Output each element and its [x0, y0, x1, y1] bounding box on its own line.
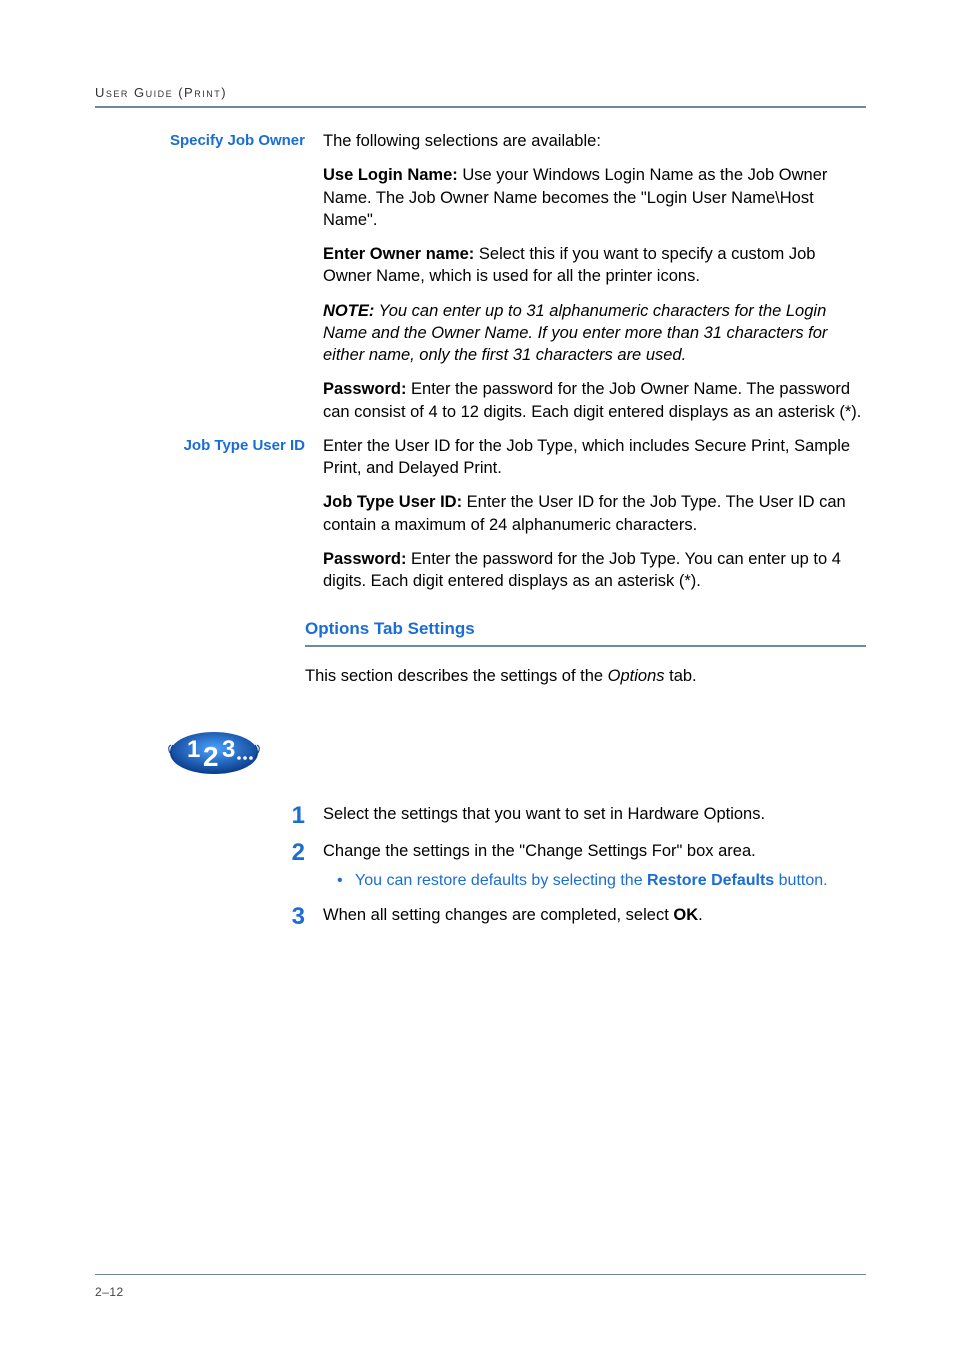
sjo-enter-owner: Enter Owner name: Select this if you wan…: [323, 243, 866, 288]
step-2-sub-a: You can restore defaults by selecting th…: [355, 872, 647, 889]
jtu-password-bold: Password:: [323, 550, 406, 568]
options-tab-rule: [305, 645, 866, 647]
steps-icon: 1 2 3: [165, 727, 866, 779]
footer-rule: [95, 1274, 866, 1275]
step-2-sub: You can restore defaults by selecting th…: [355, 870, 828, 892]
sjo-password: Password: Enter the password for the Job…: [323, 378, 866, 423]
step-2-text: Change the settings in the "Change Setti…: [323, 842, 756, 860]
step-2-row: 2 Change the settings in the "Change Set…: [95, 840, 866, 892]
step-3-num: 3: [95, 904, 323, 929]
svg-text:3: 3: [222, 736, 235, 763]
specify-job-owner-label: Specify Job Owner: [95, 130, 305, 435]
options-tab-body: This section describes the settings of t…: [305, 665, 866, 687]
sjo-password-bold: Password:: [323, 380, 406, 398]
options-tab-heading: Options Tab Settings: [305, 619, 866, 639]
sjo-intro: The following selections are available:: [323, 130, 866, 152]
step-2-body: Change the settings in the "Change Setti…: [323, 840, 828, 892]
step-3-row: 3 When all setting changes are completed…: [95, 904, 866, 929]
sjo-use-login-bold: Use Login Name:: [323, 166, 458, 184]
header-rule: [95, 106, 866, 108]
svg-text:2: 2: [203, 741, 219, 772]
page-number: 2–12: [95, 1285, 866, 1299]
step-3-body: When all setting changes are completed, …: [323, 904, 703, 929]
otab-intro-a: This section describes the settings of t…: [305, 667, 608, 685]
running-header: User Guide (Print): [95, 85, 866, 100]
jtu-password: Password: Enter the password for the Job…: [323, 548, 866, 593]
job-type-user-id-label: Job Type User ID: [95, 435, 305, 605]
step-3-text-a: When all setting changes are completed, …: [323, 906, 673, 924]
sjo-note: NOTE: You can enter up to 31 alphanumeri…: [323, 300, 866, 367]
step-1-num: 1: [95, 803, 323, 828]
sjo-enter-owner-bold: Enter Owner name:: [323, 245, 474, 263]
sjo-use-login-name: Use Login Name: Use your Windows Login N…: [323, 164, 866, 231]
otab-intro-b: tab.: [665, 667, 697, 685]
step-1-text: Select the settings that you want to set…: [323, 803, 765, 828]
step-3-text-bold: OK: [673, 906, 698, 924]
jtu-userid-bold: Job Type User ID:: [323, 493, 462, 511]
job-type-user-id-body: Enter the User ID for the Job Type, whic…: [323, 435, 866, 605]
page-footer: 2–12: [95, 1274, 866, 1299]
svg-text:1: 1: [187, 736, 200, 763]
specify-job-owner-body: The following selections are available: …: [323, 130, 866, 435]
sjo-note-bold: NOTE:: [323, 302, 374, 320]
step-2-num: 2: [95, 840, 323, 892]
step-2-sub-bold: Restore Defaults: [647, 872, 774, 889]
jtu-userid: Job Type User ID: Enter the User ID for …: [323, 491, 866, 536]
options-tab-intro: This section describes the settings of t…: [305, 665, 866, 687]
step-2-sub-b: button.: [774, 872, 827, 889]
step-1-row: 1 Select the settings that you want to s…: [95, 803, 866, 828]
step-3-text-b: .: [698, 906, 703, 924]
jtu-intro: Enter the User ID for the Job Type, whic…: [323, 435, 866, 480]
otab-intro-italic: Options: [608, 667, 665, 685]
sjo-note-text: You can enter up to 31 alphanumeric char…: [323, 302, 827, 365]
